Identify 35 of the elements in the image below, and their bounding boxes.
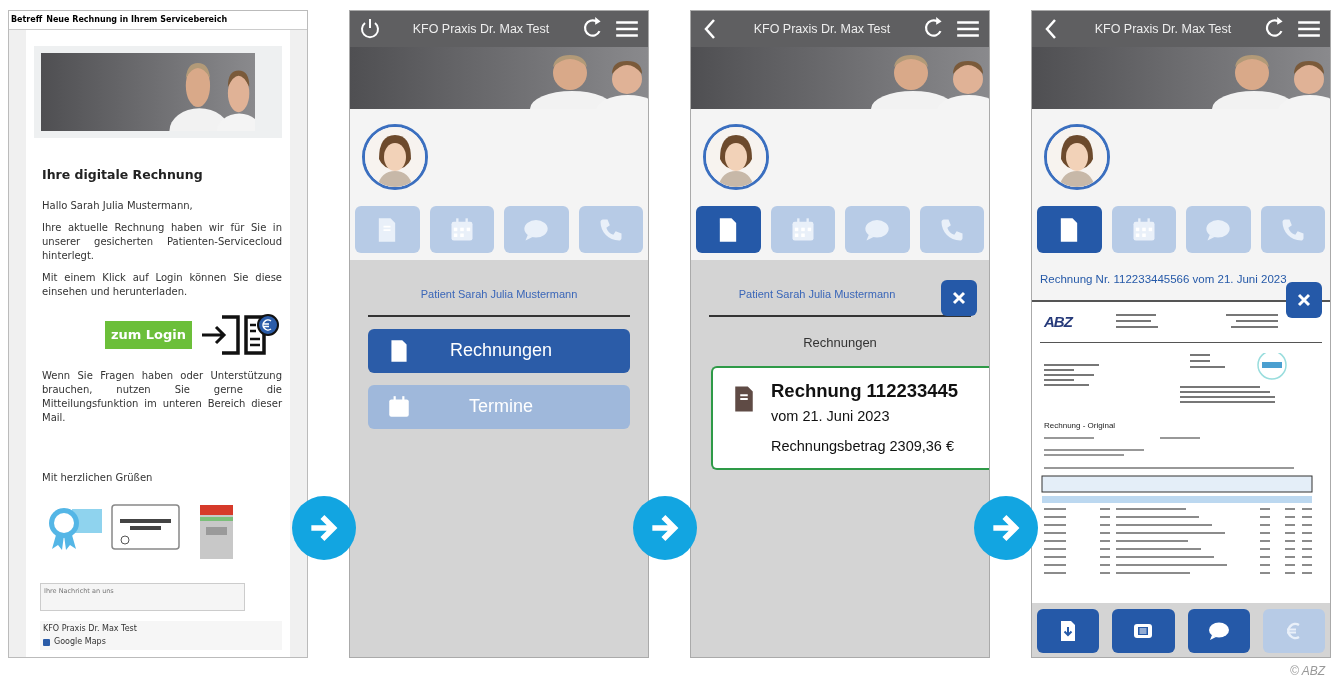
invoice-amount: Rechnungsbetrag 2309,36 € bbox=[771, 436, 955, 456]
app-title: KFO Praxis Dr. Max Test bbox=[1094, 20, 1232, 38]
practice-name: KFO Praxis Dr. Max Test bbox=[43, 623, 138, 634]
invoice-heading: Rechnung - Original bbox=[1044, 421, 1117, 432]
company-logo: ABZ bbox=[1044, 312, 1072, 332]
invoice-card[interactable]: Rechnung 112233445 vom 21. Juni 2023 Rechnungsbetrag 2309,36 € bbox=[711, 366, 989, 470]
copyright-text: © ABZ bbox=[1289, 663, 1325, 678]
invoice-date: vom 21. Juni 2023 bbox=[771, 407, 891, 427]
email-subject: Neue Rechnung in Ihrem Servicebereich bbox=[46, 14, 228, 26]
calendar-check-icon bbox=[386, 393, 412, 420]
toolbar-button[interactable] bbox=[1112, 609, 1175, 653]
patient-name: Patient Sarah Julia Mustermann bbox=[737, 287, 897, 302]
document-title: Rechnung Nr. 112233445566 vom 21. Juni 2023 bbox=[1040, 272, 1287, 288]
section-title: Rechnungen bbox=[802, 333, 878, 352]
menu-button: Termine bbox=[368, 384, 630, 429]
subject-label: Betreff bbox=[11, 14, 43, 26]
invoice-title: Rechnung 112233445 bbox=[771, 380, 959, 403]
email-heading: Ihre digitale Rechnung bbox=[42, 166, 204, 184]
toolbar-button[interactable] bbox=[1187, 609, 1250, 653]
paragraph: Wenn Sie Fragen haben oder Unterstützung brauchen, nutzen Sie gerne die Mitteilungsfunktion im unteren Bereich dieser Mail. bbox=[41, 368, 282, 425]
app-title: KFO Praxis Dr. Max Test bbox=[753, 20, 891, 38]
toolbar-button[interactable] bbox=[1037, 609, 1100, 653]
app-title: KFO Praxis Dr. Max Test bbox=[412, 20, 550, 38]
menu-button[interactable]: Rechnungen bbox=[368, 328, 630, 373]
paragraph: Ihre aktuelle Rechnung haben wir für Sie in unserer gesicherten Patienten-Servicecloud hinterlegt. bbox=[41, 220, 282, 263]
closing-text: Mit herzlichen Grüßen bbox=[41, 470, 154, 485]
tab-button[interactable] bbox=[1037, 206, 1102, 253]
maps-link[interactable]: Google Maps bbox=[54, 637, 106, 647]
greeting-text: Hallo Sarah Julia Mustermann, bbox=[41, 198, 194, 213]
close-button[interactable] bbox=[941, 280, 977, 316]
close-button[interactable] bbox=[1286, 282, 1322, 318]
login-document-icon bbox=[200, 312, 280, 357]
paragraph: Mit einem Klick auf Login können Sie diese einsehen und herunterladen. bbox=[41, 270, 282, 299]
tab-button[interactable] bbox=[696, 206, 761, 253]
patient-name: Patient Sarah Julia Mustermann bbox=[419, 287, 579, 302]
